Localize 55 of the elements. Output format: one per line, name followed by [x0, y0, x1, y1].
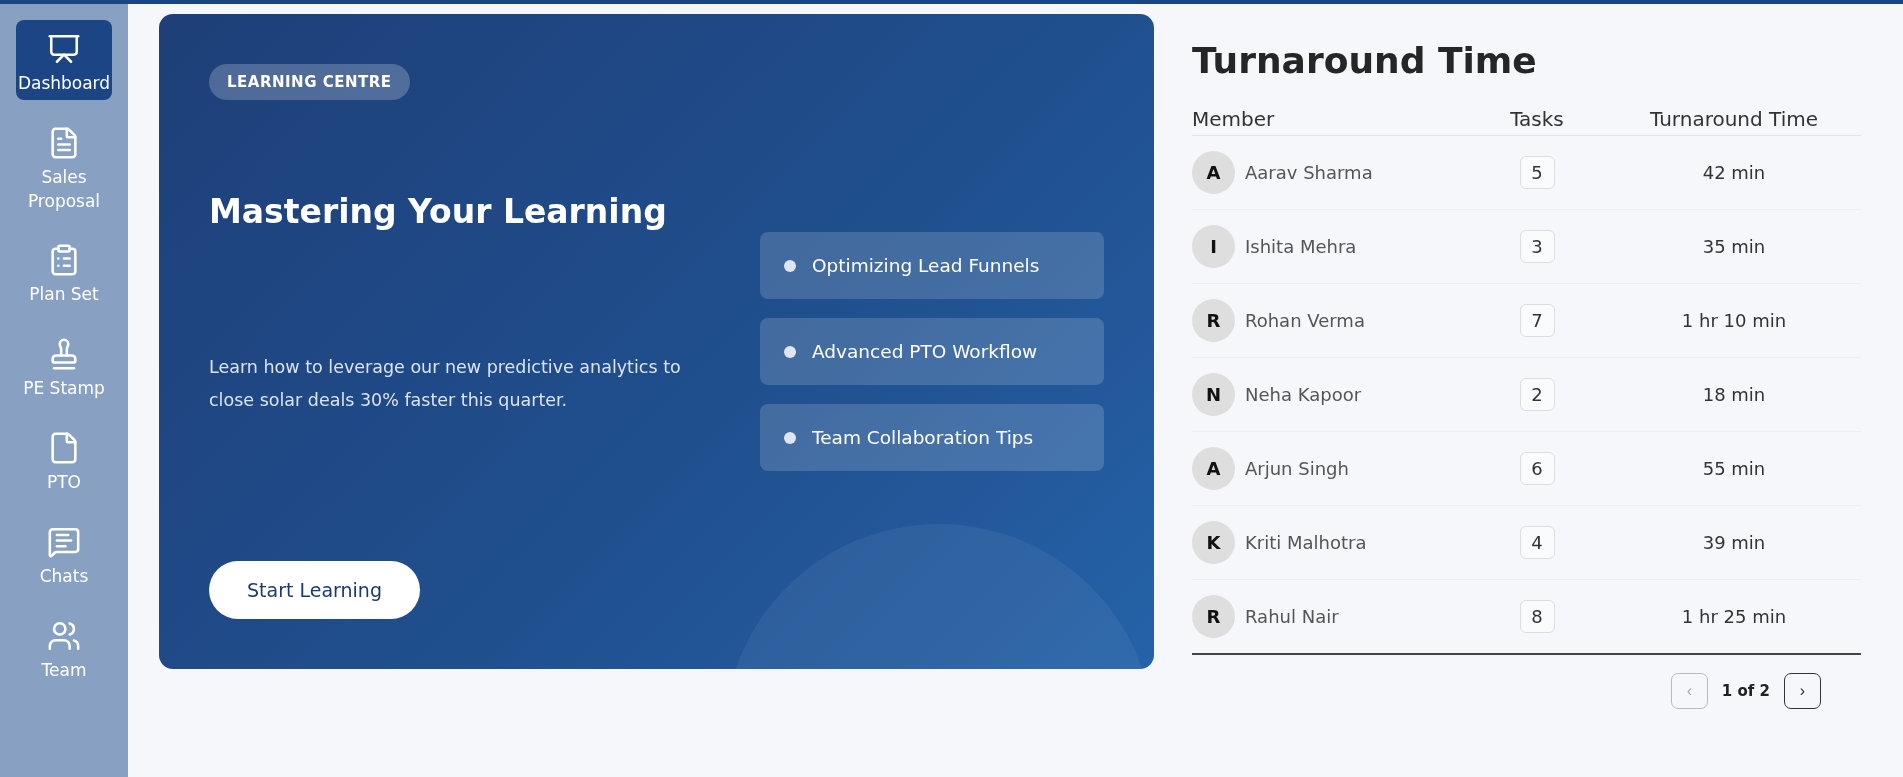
avatar-initial: I	[1192, 225, 1235, 268]
card-title: Mastering Your Learning	[209, 192, 668, 231]
turnaround-time: 42 min	[1702, 162, 1766, 183]
bullet-icon	[784, 431, 796, 444]
avatar-initial: N	[1192, 373, 1235, 416]
turnaround-time: 1 hr 10 min	[1681, 310, 1787, 331]
section-badge: LEARNING CENTRE	[209, 64, 410, 100]
member-name: Rahul Nair	[1245, 606, 1339, 627]
task-count: 5	[1519, 156, 1555, 189]
member-name: Ishita Mehra	[1245, 236, 1357, 257]
avatar-initial: K	[1192, 521, 1235, 564]
turnaround-time: 39 min	[1702, 532, 1766, 553]
task-count: 4	[1519, 526, 1555, 559]
topic-item[interactable]: Team Collaboration Tips	[760, 404, 1104, 471]
avatar-initial: A	[1192, 151, 1235, 194]
task-count: 2	[1519, 378, 1555, 411]
task-count: 7	[1519, 304, 1555, 337]
bullet-icon	[784, 259, 796, 272]
bullet-icon	[784, 345, 796, 358]
column-header: Tasks	[1467, 107, 1607, 136]
column-header: Turnaround Time	[1607, 107, 1861, 136]
turnaround-time: 1 hr 25 min	[1681, 606, 1787, 627]
sidebar-item[interactable]: Sales Proposal	[16, 113, 112, 218]
column-header: Member	[1192, 107, 1467, 136]
member-name: Aarav Sharma	[1245, 162, 1373, 183]
panel-title: Turnaround Time	[1192, 40, 1538, 81]
member-name: Arjun Singh	[1245, 458, 1349, 479]
avatar-initial: R	[1192, 595, 1235, 638]
sidebar-item[interactable]: PE Stamp	[16, 325, 112, 405]
presentation-icon	[47, 32, 81, 66]
page-indicator: 1 of 2	[1721, 682, 1770, 700]
turnaround-time: 35 min	[1702, 236, 1766, 257]
member-name: Kriti Malhotra	[1245, 532, 1367, 553]
avatar-initial: A	[1192, 447, 1235, 490]
turnaround-time: 55 min	[1702, 458, 1766, 479]
topic-label: Team Collaboration Tips	[812, 427, 1034, 448]
sidebar-item[interactable]: Dashboard	[16, 20, 112, 100]
start-learning-button[interactable]: Start Learning	[209, 561, 420, 619]
sidebar-item[interactable]: Chats	[16, 512, 112, 593]
member-name: Rohan Verma	[1245, 310, 1365, 331]
sidebar-item[interactable]: PTO	[16, 419, 112, 499]
sidebar-item[interactable]: Plan Set	[16, 231, 112, 312]
sidebar-item[interactable]: Team	[16, 606, 112, 687]
task-count: 8	[1519, 600, 1555, 633]
member-name: Neha Kapoor	[1245, 384, 1362, 405]
topic-label: Advanced PTO Workflow	[812, 341, 1038, 362]
card-description: Learn how to leverage our new predictive analytics to close solar deals 30% faster this quarter.	[209, 356, 682, 412]
topic-label: Optimizing Lead Funnels	[812, 255, 1040, 276]
task-count: 3	[1519, 230, 1555, 263]
avatar-initial: R	[1192, 299, 1235, 342]
topic-item[interactable]: Advanced PTO Workflow	[760, 318, 1104, 385]
next-page-button[interactable]: ›	[1784, 673, 1821, 709]
task-count: 6	[1519, 452, 1555, 485]
topic-item[interactable]: Optimizing Lead Funnels	[760, 232, 1104, 299]
turnaround-time: 18 min	[1702, 384, 1766, 405]
